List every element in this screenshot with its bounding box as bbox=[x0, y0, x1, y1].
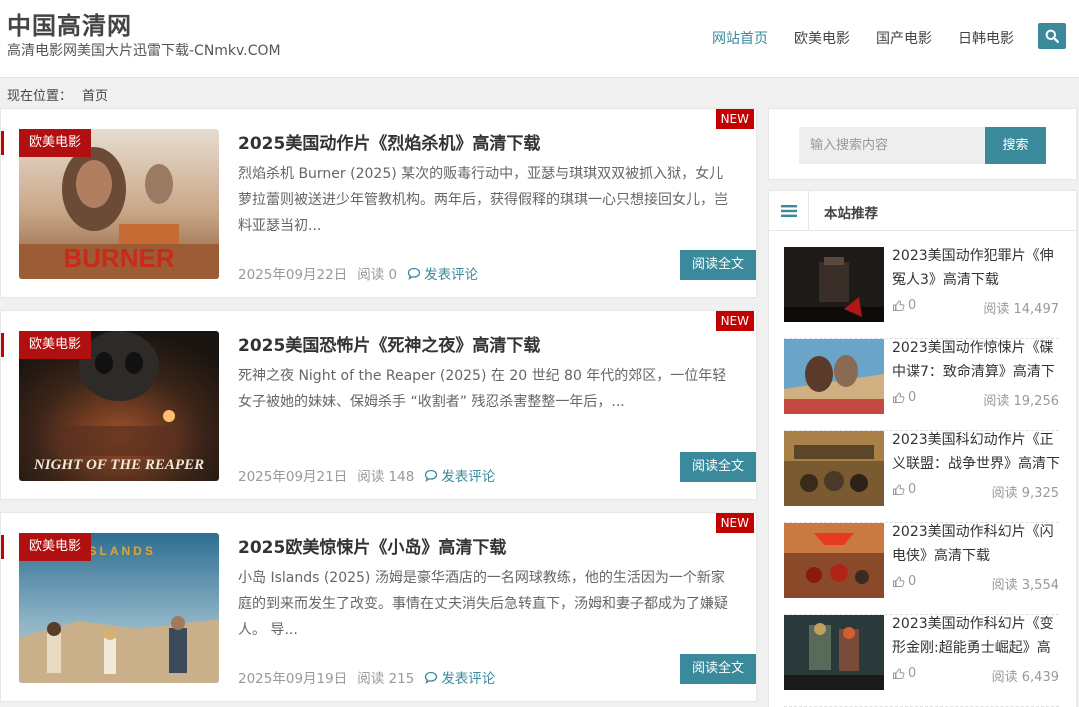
post-excerpt: 烈焰杀机 Burner (2025) 某次的贩毒行动中，亚瑟与琪琪双双被抓入狱，… bbox=[238, 166, 728, 234]
comment-icon bbox=[425, 671, 438, 684]
post-date: 2025年09月21日 bbox=[238, 469, 348, 485]
search-input[interactable]: 输入搜索内容 bbox=[799, 127, 985, 164]
recommend-title: 本站推荐 bbox=[824, 206, 878, 222]
read-more-button[interactable]: 阅读全文 bbox=[680, 250, 756, 280]
site-subtitle: 高清电影网美国大片迅雷下载-CNmkv.COM bbox=[7, 43, 281, 59]
read-more-button[interactable]: 阅读全文 bbox=[680, 452, 756, 482]
new-badge: NEW bbox=[715, 311, 754, 331]
recommend-header-icon-box bbox=[769, 191, 809, 231]
read-more-button[interactable]: 阅读全文 bbox=[680, 654, 756, 684]
thumbs-up-icon bbox=[893, 392, 905, 403]
sidebar-recommend-box: 本站推荐 2023美国动作犯罪片《伸冤人3》高清下载 0 阅读 14,497 2… bbox=[768, 190, 1077, 707]
post-title[interactable]: 2025欧美惊悚片《小岛》高清下载 bbox=[238, 533, 506, 558]
post-date: 2025年09月19日 bbox=[238, 671, 348, 687]
recommend-thumbnail[interactable] bbox=[784, 247, 884, 322]
comment-link[interactable]: 发表评论 bbox=[424, 667, 495, 687]
comment-link[interactable]: 发表评论 bbox=[407, 263, 478, 283]
recommend-thumbnail[interactable] bbox=[784, 523, 884, 598]
recommend-title-link[interactable]: 2023美国动作科幻片《闪电侠》高清下载 bbox=[892, 520, 1062, 568]
breadcrumb: 现在位置： 首页 bbox=[7, 85, 108, 104]
poster-title-text: NIGHT OF THE REAPER bbox=[33, 457, 204, 473]
search-toggle-button[interactable] bbox=[1038, 23, 1066, 49]
nav-item-home[interactable]: 网站首页 bbox=[712, 28, 768, 48]
poster-title-text: BURNER bbox=[63, 243, 174, 273]
recommend-title-link[interactable]: 2023美国动作惊悚片《碟中谍7：致命清算》高清下载 bbox=[892, 336, 1062, 384]
post-excerpt: 小岛 Islands (2025) 汤姆是豪华酒店的一名网球教练，他的生活因为一… bbox=[238, 570, 728, 638]
search-icon bbox=[1045, 29, 1059, 43]
category-tag[interactable]: 欧美电影 bbox=[19, 331, 92, 359]
like-count-value: 0 bbox=[908, 666, 917, 681]
menu-icon bbox=[780, 205, 797, 217]
search-button[interactable]: 搜索 bbox=[985, 127, 1046, 164]
recommend-item[interactable]: 2023美国动作犯罪片《伸冤人3》高清下载 0 阅读 14,497 bbox=[784, 247, 1059, 339]
post-date: 2025年09月22日 bbox=[238, 267, 348, 283]
recommend-thumbnail[interactable] bbox=[784, 431, 884, 506]
like-count-value: 0 bbox=[908, 482, 917, 497]
post-views: 阅读 148 bbox=[357, 469, 415, 485]
post-meta: 2025年09月21日 阅读 148 发表评论 bbox=[238, 465, 495, 485]
recommend-item[interactable]: 2023美国动作科幻片《闪电侠》高清下载 0 阅读 3,554 bbox=[784, 523, 1059, 615]
like-count-value: 0 bbox=[908, 574, 917, 589]
recommend-header: 本站推荐 bbox=[769, 191, 1076, 231]
recommend-item[interactable]: 2023美国动作科幻片《变形金刚:超能勇士崛起》高清下载 0 阅读 6,439 bbox=[784, 615, 1059, 707]
like-count[interactable]: 0 bbox=[892, 666, 916, 681]
like-count-value: 0 bbox=[908, 390, 917, 405]
thumbs-up-icon bbox=[893, 300, 905, 311]
site-header: 中国高清网 高清电影网美国大片迅雷下载-CNmkv.COM 网站首页 欧美电影 … bbox=[0, 0, 1079, 78]
post-card: ISLANDS 欧美电影 NEW 2025欧美惊悚片《小岛》高清下载 小岛 Is… bbox=[0, 512, 757, 702]
post-meta: 2025年09月22日 阅读 0 发表评论 bbox=[238, 263, 478, 283]
like-count[interactable]: 0 bbox=[892, 482, 916, 497]
like-count[interactable]: 0 bbox=[892, 574, 916, 589]
thumbs-up-icon bbox=[893, 484, 905, 495]
post-excerpt: 死神之夜 Night of the Reaper (2025) 在 20 世纪 … bbox=[238, 368, 727, 410]
post-meta: 2025年09月19日 阅读 215 发表评论 bbox=[238, 667, 495, 687]
like-count[interactable]: 0 bbox=[892, 390, 916, 405]
sidebar-search-box: 输入搜索内容 搜索 bbox=[768, 108, 1077, 180]
new-badge: NEW bbox=[715, 513, 754, 533]
view-count: 阅读 14,497 bbox=[983, 302, 1059, 317]
comment-label: 发表评论 bbox=[424, 267, 479, 283]
post-card: NIGHT OF THE REAPER 欧美电影 NEW 2025美国恐怖片《死… bbox=[0, 310, 757, 500]
accent-bar bbox=[1, 333, 4, 357]
site-title[interactable]: 中国高清网 bbox=[7, 6, 132, 41]
like-count-value: 0 bbox=[908, 298, 917, 313]
post-title[interactable]: 2025美国动作片《烈焰杀机》高清下载 bbox=[238, 129, 540, 154]
thumbs-up-icon bbox=[893, 576, 905, 587]
post-views: 阅读 215 bbox=[357, 671, 415, 687]
category-tag[interactable]: 欧美电影 bbox=[19, 533, 92, 561]
comment-link[interactable]: 发表评论 bbox=[424, 465, 495, 485]
nav-item-domestic-movies[interactable]: 国产电影 bbox=[876, 28, 932, 48]
view-count: 阅读 9,325 bbox=[991, 486, 1059, 501]
accent-bar bbox=[1, 535, 4, 559]
breadcrumb-home-link[interactable]: 首页 bbox=[82, 89, 108, 104]
comment-label: 发表评论 bbox=[441, 671, 496, 687]
thumbs-up-icon bbox=[893, 668, 905, 679]
recommend-title-link[interactable]: 2023美国科幻动作片《正义联盟：战争世界》高清下载 bbox=[892, 428, 1062, 476]
new-badge: NEW bbox=[715, 109, 754, 129]
recommend-title-link[interactable]: 2023美国动作犯罪片《伸冤人3》高清下载 bbox=[892, 244, 1062, 292]
comment-icon bbox=[425, 469, 438, 482]
nav-item-jpkr-movies[interactable]: 日韩电影 bbox=[958, 28, 1014, 48]
post-title[interactable]: 2025美国恐怖片《死神之夜》高清下载 bbox=[238, 331, 540, 356]
post-views: 阅读 0 bbox=[357, 267, 398, 283]
like-count[interactable]: 0 bbox=[892, 298, 916, 313]
view-count: 阅读 19,256 bbox=[983, 394, 1059, 409]
comment-icon bbox=[407, 267, 421, 280]
breadcrumb-label: 现在位置： bbox=[7, 89, 73, 104]
recommend-item[interactable]: 2023美国动作惊悚片《碟中谍7：致命清算》高清下载 0 阅读 19,256 bbox=[784, 339, 1059, 431]
comment-label: 发表评论 bbox=[441, 469, 496, 485]
recommend-item[interactable]: 2023美国科幻动作片《正义联盟：战争世界》高清下载 0 阅读 9,325 bbox=[784, 428, 1062, 523]
view-count: 阅读 3,554 bbox=[991, 578, 1059, 593]
main-nav: 网站首页 欧美电影 国产电影 日韩电影 bbox=[712, 28, 1040, 48]
category-tag[interactable]: 欧美电影 bbox=[19, 129, 92, 157]
accent-bar bbox=[1, 131, 4, 155]
recommend-thumbnail[interactable] bbox=[784, 615, 884, 690]
post-card: BURNER 欧美电影 NEW 2025美国动作片《烈焰杀机》高清下载 烈焰杀机… bbox=[0, 108, 757, 298]
recommend-title-link[interactable]: 2023美国动作科幻片《变形金刚:超能勇士崛起》高清下载 bbox=[892, 612, 1062, 660]
nav-item-western-movies[interactable]: 欧美电影 bbox=[794, 28, 850, 48]
view-count: 阅读 6,439 bbox=[991, 670, 1059, 685]
poster-title-text: ISLANDS bbox=[82, 544, 156, 558]
recommend-thumbnail[interactable] bbox=[784, 339, 884, 414]
